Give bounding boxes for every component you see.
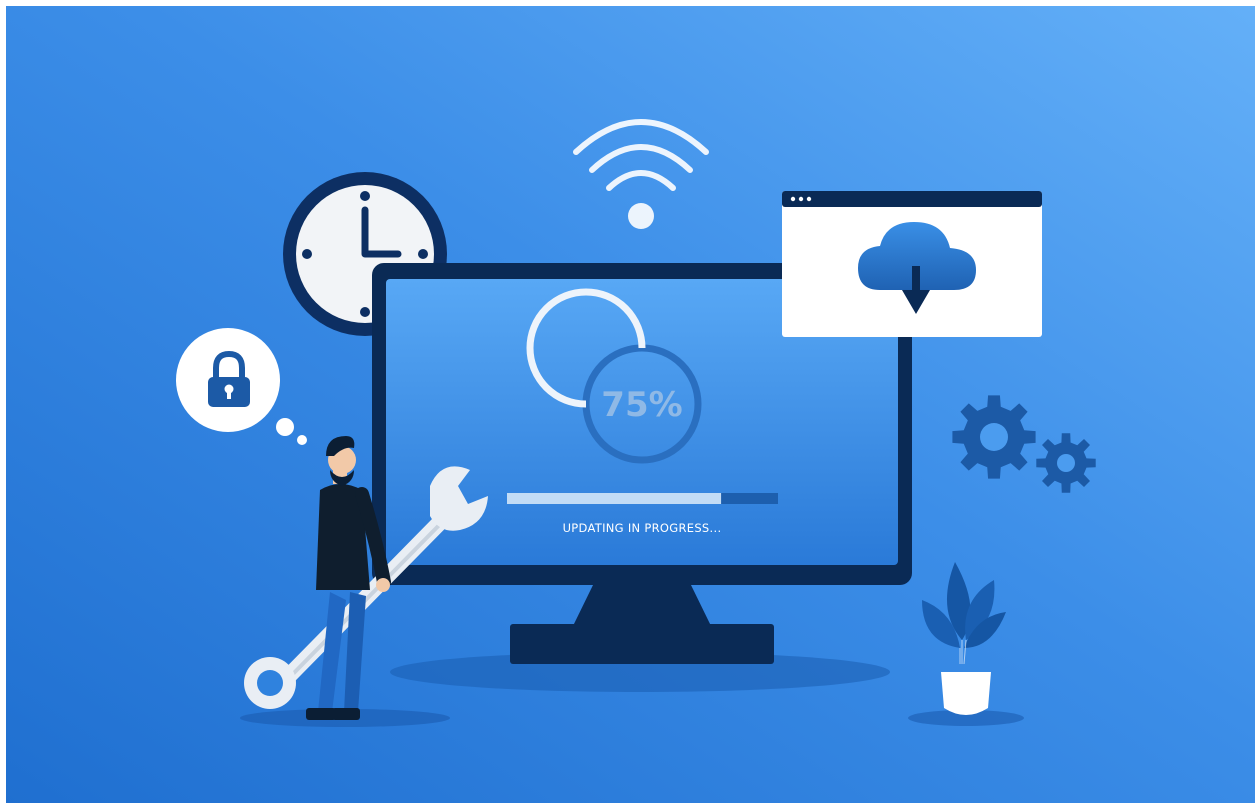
illustration-scene: 75% UPDATING IN PROGRESS... — [0, 0, 1255, 803]
progress-bar — [507, 493, 778, 504]
status-label: UPDATING IN PROGRESS... — [563, 521, 722, 535]
progress-percent-label: 75% — [601, 385, 682, 425]
left-border — [0, 0, 6, 803]
progress-bar-fill — [507, 493, 722, 504]
top-border — [0, 0, 1255, 6]
gear-hole — [1057, 454, 1075, 472]
illustration-canvas: 75% UPDATING IN PROGRESS... — [0, 0, 1255, 803]
gear-hole — [980, 423, 1008, 451]
download-window — [782, 191, 1042, 337]
